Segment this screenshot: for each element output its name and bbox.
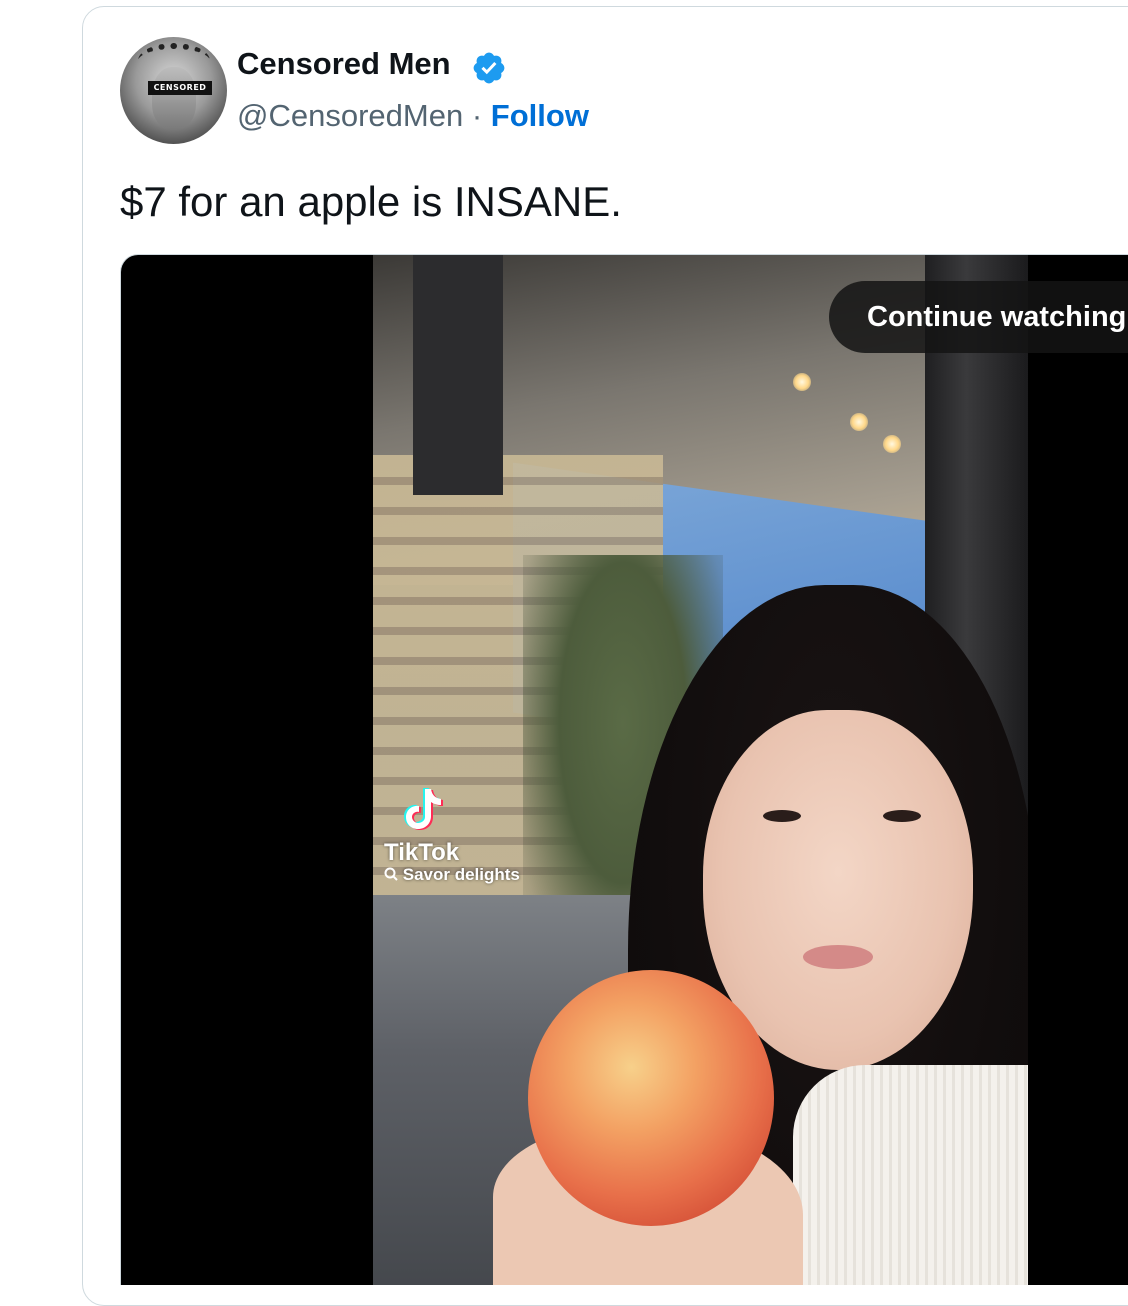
author-display-name[interactable]: Censored Men	[237, 46, 451, 82]
author-handle[interactable]: @CensoredMen	[237, 98, 463, 133]
avatar[interactable]: CENSORED	[120, 37, 227, 144]
ceiling-light-1	[793, 373, 811, 391]
separator-dot: ·	[471, 98, 483, 133]
person-lips	[803, 945, 873, 969]
video-pillar-left	[413, 255, 503, 495]
person-eye-right	[883, 810, 921, 822]
tiktok-search-label: Savor delights	[384, 865, 520, 885]
video-player[interactable]: TikTok Savor delights	[120, 254, 1128, 1285]
tweet-text: $7 for an apple is INSANE.	[120, 178, 622, 225]
handle-row: @CensoredMen · Follow	[237, 98, 589, 134]
tiktok-logo-icon	[404, 788, 443, 830]
apple	[528, 970, 774, 1226]
tiktok-brand-label: TikTok	[384, 839, 460, 866]
search-icon	[384, 867, 398, 881]
continue-watching-button[interactable]: Continue watching	[829, 281, 1128, 353]
ceiling-light-2	[850, 413, 868, 431]
follow-button[interactable]: Follow	[491, 98, 589, 133]
tiktok-search-text: Savor delights	[402, 865, 520, 884]
ceiling-light-3	[883, 435, 901, 453]
censor-bar-label: CENSORED	[148, 81, 212, 95]
avatar-face	[152, 67, 196, 129]
video-frame[interactable]: TikTok Savor delights	[373, 255, 1028, 1285]
person-eye-left	[763, 810, 801, 822]
verified-badge-icon	[473, 52, 505, 84]
person-sweater	[793, 1065, 1028, 1285]
